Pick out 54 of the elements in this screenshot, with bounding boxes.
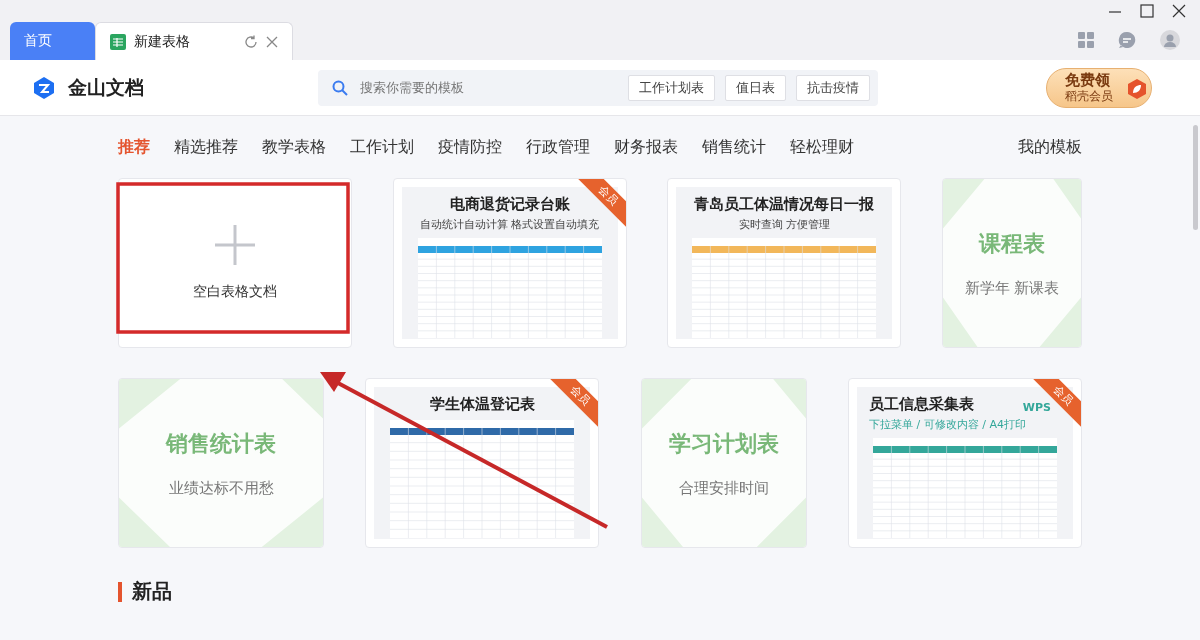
template-title: 销售统计表 — [166, 429, 276, 458]
promo-badge[interactable]: 免费领 稻壳会员 — [1046, 67, 1152, 108]
search-tag[interactable]: 抗击疫情 — [796, 74, 870, 101]
scrollbar[interactable] — [1193, 125, 1198, 230]
tab[interactable]: 首页 — [10, 22, 95, 60]
my-templates-link[interactable]: 我的模板 — [1018, 136, 1082, 158]
spreadsheet-icon — [110, 33, 126, 50]
tab[interactable]: 新建表格 — [95, 22, 293, 60]
template-subtitle: 合理安排时间 — [678, 478, 769, 498]
leaf-icon — [1127, 78, 1147, 99]
category-tab[interactable]: 销售统计 — [702, 136, 766, 158]
avatar-icon[interactable] — [1160, 30, 1180, 50]
template-title: 学习计划表 — [668, 429, 779, 458]
template-card[interactable]: 员工信息采集表 WPS 下拉菜单 / 可修改内容 / A4打印 会员 — [848, 378, 1082, 548]
category-tab[interactable]: 财务报表 — [614, 136, 678, 158]
search-tag[interactable]: 工作计划表 — [628, 74, 715, 101]
template-title: 学生体温登记表 — [429, 395, 535, 414]
category-tab[interactable]: 推荐 — [118, 136, 150, 158]
refresh-icon[interactable] — [244, 34, 258, 49]
category-tab[interactable]: 轻松理财 — [790, 136, 854, 158]
card-label: 空白表格文档 — [193, 283, 277, 301]
template-title: 青岛员工体温情况每日一报 — [694, 195, 875, 214]
template-title: 员工信息采集表 — [869, 395, 974, 414]
template-subtitle: 业绩达标不用愁 — [168, 478, 274, 498]
app-logo-icon — [34, 76, 54, 99]
plus-icon — [215, 225, 255, 265]
search-field[interactable]: 搜索你需要的模板 工作计划表 值日表 抗击疫情 — [318, 69, 878, 106]
category-tab[interactable]: 教学表格 — [262, 136, 326, 158]
section-title: 新品 — [132, 578, 172, 605]
close-icon[interactable] — [1172, 4, 1186, 18]
category-tab[interactable]: 行政管理 — [526, 136, 590, 158]
brand-label: WPS — [1022, 401, 1051, 414]
maximize-icon[interactable] — [1140, 4, 1154, 18]
app-name: 金山文档 — [68, 74, 144, 100]
template-card[interactable]: 青岛员工体温情况每日一报 实时查询 方便管理 — [667, 178, 902, 348]
template-title: 电商退货记录台账 — [449, 195, 570, 214]
apps-grid-icon[interactable] — [1078, 32, 1094, 48]
category-tab[interactable]: 精选推荐 — [174, 136, 238, 158]
template-subtitle: 实时查询 方便管理 — [738, 217, 831, 232]
template-card[interactable]: 课程表 新学年 新课表 — [941, 178, 1082, 348]
template-card[interactable]: 销售统计表 业绩达标不用愁 — [118, 378, 324, 548]
category-tab[interactable]: 工作计划 — [350, 136, 414, 158]
blank-sheet-card[interactable]: 空白表格文档 — [118, 178, 352, 348]
template-subtitle: 自动统计自动计算 格式设置自动填充 — [419, 217, 600, 232]
template-subtitle: 下拉菜单 / 可修改内容 / A4打印 — [869, 417, 1026, 432]
template-card[interactable]: 电商退货记录台账 自动统计自动计算 格式设置自动填充 会员 — [392, 178, 627, 348]
chat-icon[interactable] — [1118, 31, 1136, 49]
search-tag[interactable]: 值日表 — [725, 74, 786, 101]
template-title: 课程表 — [978, 229, 1045, 258]
template-card[interactable]: 学生体温登记表 会员 — [365, 378, 600, 548]
template-subtitle: 新学年 新课表 — [964, 278, 1060, 298]
search-icon — [332, 79, 348, 96]
category-tab[interactable]: 疫情防控 — [438, 136, 502, 158]
template-card[interactable]: 学习计划表 合理安排时间 — [640, 378, 807, 548]
